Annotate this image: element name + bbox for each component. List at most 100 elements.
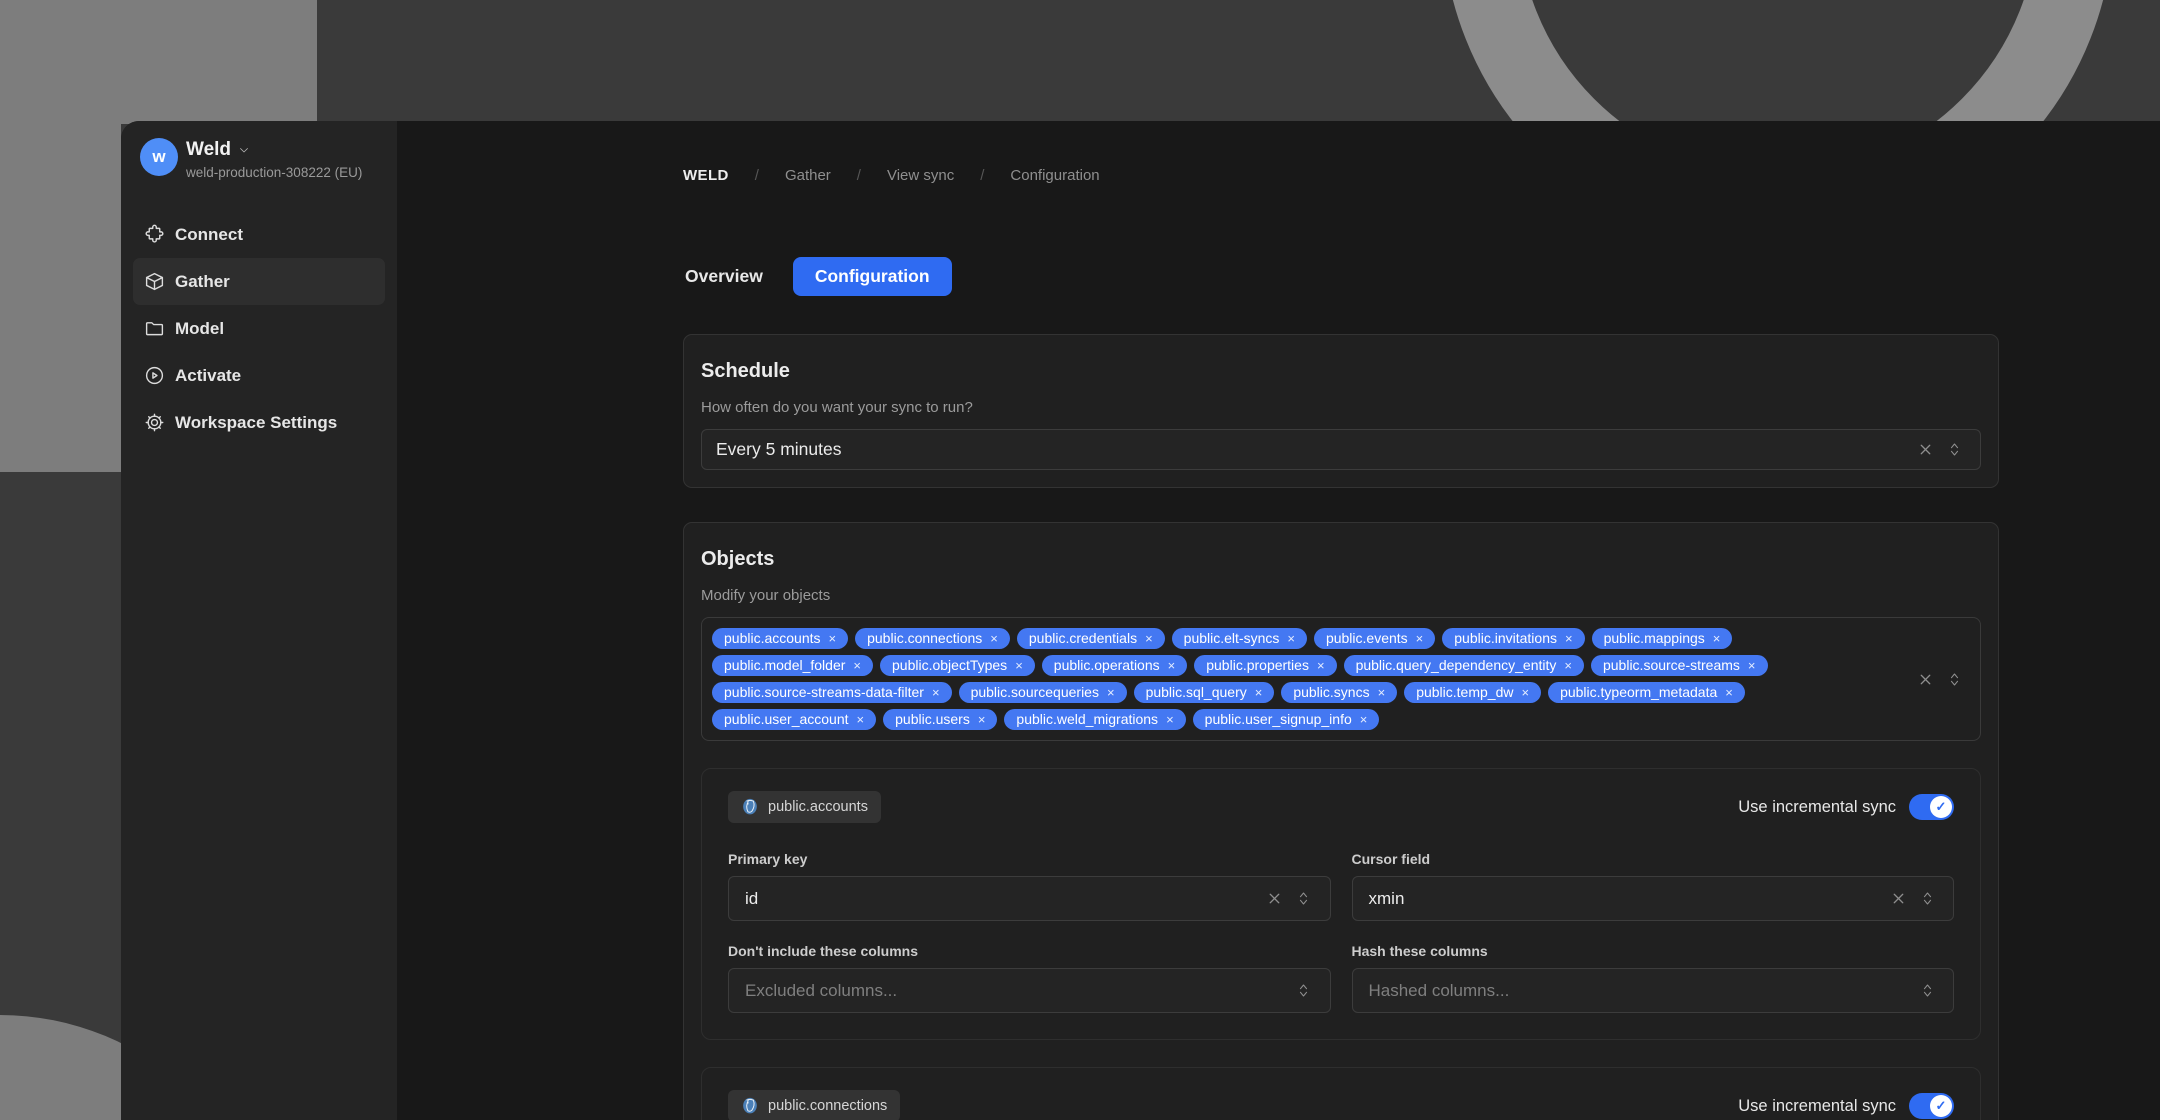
breadcrumb-separator: /: [857, 167, 861, 184]
remove-chip-icon[interactable]: [1725, 685, 1733, 700]
chevron-updown-icon[interactable]: [1294, 981, 1314, 1001]
breadcrumb-configuration[interactable]: Configuration: [1010, 167, 1099, 184]
remove-chip-icon[interactable]: [857, 712, 865, 727]
object-chip[interactable]: public.mappings: [1592, 628, 1733, 649]
sidebar-item-connect[interactable]: Connect: [133, 211, 385, 258]
chevron-updown-icon[interactable]: [1944, 440, 1964, 460]
chevron-updown-icon[interactable]: [1294, 889, 1314, 909]
remove-chip-icon[interactable]: [1317, 658, 1325, 673]
remove-chip-icon[interactable]: [1521, 685, 1529, 700]
chevron-updown-icon[interactable]: [1917, 981, 1937, 1001]
chevron-updown-icon[interactable]: [1944, 669, 1964, 689]
sidebar-item-gather[interactable]: Gather: [133, 258, 385, 305]
workspace-switcher[interactable]: w Weld weld-production-308222 (EU): [121, 121, 397, 180]
object-chip[interactable]: public.operations: [1042, 655, 1187, 676]
object-chip[interactable]: public.elt-syncs: [1172, 628, 1307, 649]
sidebar: w Weld weld-production-308222 (EU): [121, 121, 397, 1120]
object-chip[interactable]: public.source-streams-data-filter: [712, 682, 952, 703]
sidebar-nav: Connect Gather Model: [121, 211, 397, 446]
excluded-columns-select[interactable]: Excluded columns...: [728, 968, 1331, 1013]
remove-chip-icon[interactable]: [1168, 658, 1176, 673]
tabs: Overview Configuration: [683, 257, 1999, 296]
remove-chip-icon[interactable]: [1255, 685, 1263, 700]
remove-chip-icon[interactable]: [1713, 631, 1721, 646]
cursor-field-select[interactable]: xmin: [1352, 876, 1955, 921]
remove-chip-icon[interactable]: [1748, 658, 1756, 673]
field-label: Cursor field: [1352, 851, 1955, 867]
remove-chip-icon[interactable]: [1145, 631, 1153, 646]
workspace-subtitle: weld-production-308222 (EU): [186, 165, 362, 180]
object-chip-label: public.connections: [867, 631, 982, 646]
remove-chip-icon[interactable]: [990, 631, 998, 646]
table-settings-connections: public.connections Use incremental sync: [701, 1067, 1981, 1120]
play-circle-icon: [143, 365, 165, 387]
incremental-sync-toggle[interactable]: [1909, 794, 1954, 820]
object-chip[interactable]: public.properties: [1194, 655, 1336, 676]
remove-chip-icon[interactable]: [1287, 631, 1295, 646]
remove-chip-icon[interactable]: [978, 712, 986, 727]
object-chip[interactable]: public.accounts: [712, 628, 848, 649]
object-chip-label: public.source-streams: [1603, 658, 1740, 673]
object-chip[interactable]: public.users: [883, 709, 997, 730]
remove-chip-icon[interactable]: [853, 658, 861, 673]
object-chip[interactable]: public.user_signup_info: [1193, 709, 1380, 730]
object-chip[interactable]: public.sourcequeries: [959, 682, 1127, 703]
breadcrumb-view-sync[interactable]: View sync: [887, 167, 954, 184]
remove-chip-icon[interactable]: [1107, 685, 1115, 700]
remove-chip-icon[interactable]: [1360, 712, 1368, 727]
clear-icon[interactable]: [1888, 889, 1908, 909]
backdrop-shape-left: [0, 124, 121, 472]
primary-key-select[interactable]: id: [728, 876, 1331, 921]
remove-chip-icon[interactable]: [932, 685, 940, 700]
field-icons: [1888, 889, 1937, 909]
sidebar-item-activate[interactable]: Activate: [133, 352, 385, 399]
hashed-columns-select[interactable]: Hashed columns...: [1352, 968, 1955, 1013]
breadcrumb-separator: /: [755, 167, 759, 184]
object-chip[interactable]: public.source-streams: [1591, 655, 1768, 676]
clear-icon[interactable]: [1265, 889, 1285, 909]
object-chip-label: public.properties: [1206, 658, 1309, 673]
object-chip[interactable]: public.syncs: [1281, 682, 1397, 703]
object-chip[interactable]: public.query_dependency_entity: [1344, 655, 1584, 676]
sidebar-item-label: Connect: [175, 225, 243, 245]
schedule-select-icons: [1915, 440, 1964, 460]
object-chip[interactable]: public.temp_dw: [1404, 682, 1541, 703]
tab-overview[interactable]: Overview: [683, 257, 765, 296]
breadcrumb-weld[interactable]: WELD: [683, 167, 729, 184]
object-chip-label: public.user_account: [724, 712, 849, 727]
object-chip[interactable]: public.sql_query: [1134, 682, 1275, 703]
breadcrumb-gather[interactable]: Gather: [785, 167, 831, 184]
object-chip[interactable]: public.typeorm_metadata: [1548, 682, 1745, 703]
sidebar-item-model[interactable]: Model: [133, 305, 385, 352]
object-chip[interactable]: public.weld_migrations: [1004, 709, 1185, 730]
chevron-updown-icon[interactable]: [1917, 889, 1937, 909]
postgres-icon: [741, 798, 759, 816]
incremental-sync-toggle[interactable]: [1909, 1093, 1954, 1119]
remove-chip-icon[interactable]: [1378, 685, 1386, 700]
clear-icon[interactable]: [1915, 440, 1935, 460]
object-chip[interactable]: public.invitations: [1442, 628, 1584, 649]
object-chip[interactable]: public.events: [1314, 628, 1435, 649]
hashed-columns-placeholder: Hashed columns...: [1369, 981, 1510, 1001]
objects-multiselect[interactable]: public.accounts public.connections publi…: [701, 617, 1981, 741]
field-primary-key: Primary key id: [728, 851, 1331, 921]
remove-chip-icon[interactable]: [1565, 631, 1573, 646]
sidebar-item-workspace-settings[interactable]: Workspace Settings: [133, 399, 385, 446]
clear-icon[interactable]: [1915, 669, 1935, 689]
chevron-down-icon[interactable]: [238, 144, 250, 156]
sidebar-item-label: Workspace Settings: [175, 413, 337, 433]
main-area: WELD / Gather / View sync / Configuratio…: [397, 121, 2160, 1120]
remove-chip-icon[interactable]: [1166, 712, 1174, 727]
tab-configuration[interactable]: Configuration: [793, 257, 952, 296]
object-chip[interactable]: public.credentials: [1017, 628, 1165, 649]
remove-chip-icon[interactable]: [1416, 631, 1424, 646]
schedule-select[interactable]: Every 5 minutes: [701, 429, 1981, 470]
remove-chip-icon[interactable]: [1015, 658, 1023, 673]
object-chip[interactable]: public.user_account: [712, 709, 876, 730]
breadcrumb-separator: /: [980, 167, 984, 184]
remove-chip-icon[interactable]: [1564, 658, 1572, 673]
object-chip[interactable]: public.objectTypes: [880, 655, 1035, 676]
object-chip[interactable]: public.model_folder: [712, 655, 873, 676]
remove-chip-icon[interactable]: [829, 631, 837, 646]
object-chip[interactable]: public.connections: [855, 628, 1010, 649]
